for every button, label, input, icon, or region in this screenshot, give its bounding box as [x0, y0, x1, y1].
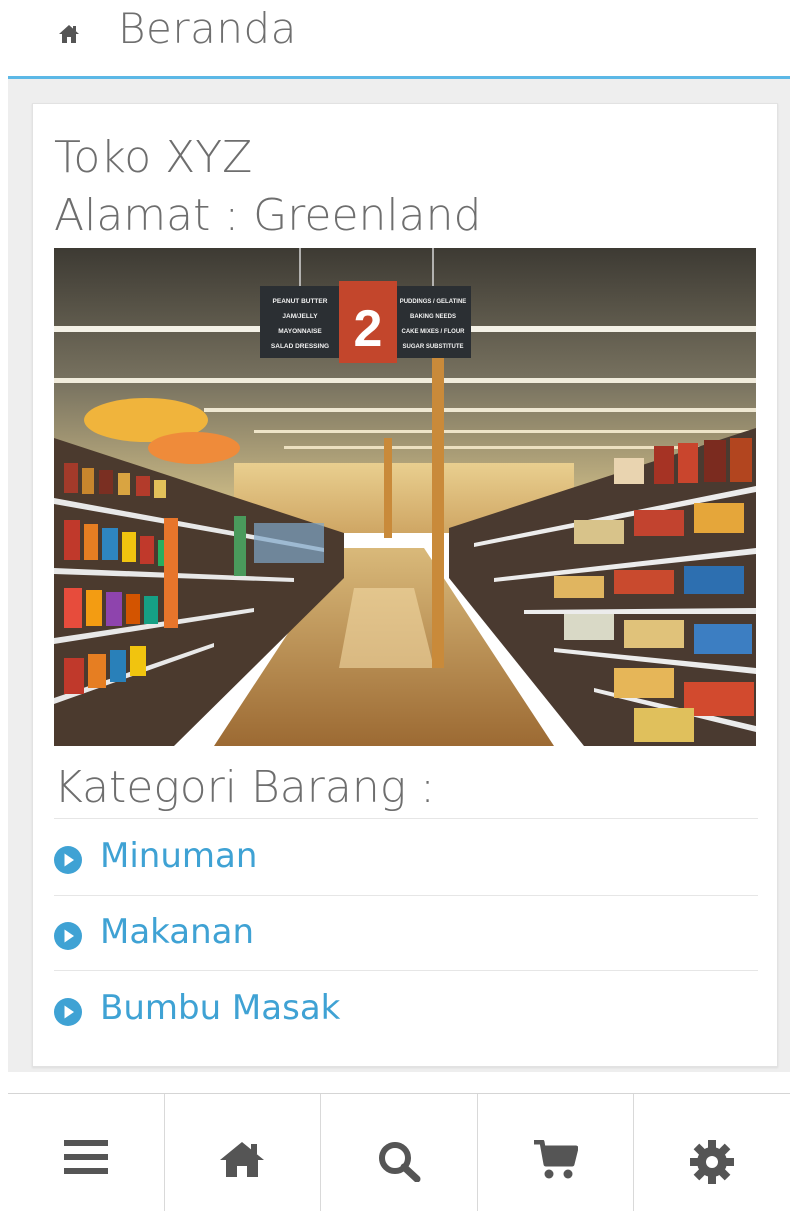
bottom-nav	[8, 1093, 790, 1211]
page-title: Beranda	[118, 4, 297, 53]
store-address: Alamat : Greenland	[54, 190, 482, 241]
page-header: Beranda	[0, 0, 790, 78]
aisle-number: 2	[354, 300, 383, 358]
divider	[54, 818, 758, 819]
app-screen: Beranda Toko XYZ Alamat : Greenland 2 PE…	[0, 0, 790, 1211]
nav-home-button[interactable]	[165, 1094, 322, 1211]
play-circle-icon	[54, 846, 82, 874]
sign-left-line-2: JAM/JELLY	[282, 313, 318, 320]
search-icon	[378, 1142, 421, 1182]
divider	[54, 970, 758, 971]
category-label: Bumbu Masak	[100, 988, 341, 1028]
category-label: Minuman	[100, 836, 258, 876]
sign-right-line-2: BAKING NEEDS	[410, 314, 456, 320]
sign-right-line-3: CAKE MIXES / FLOUR	[401, 329, 465, 335]
category-item-minuman[interactable]: Minuman	[54, 836, 758, 896]
store-name: Toko XYZ	[54, 132, 253, 183]
sign-right-line-4: SUGAR SUBSTITUTE	[402, 344, 463, 350]
home-icon	[220, 1142, 265, 1177]
gear-icon	[690, 1140, 735, 1184]
play-circle-icon	[54, 998, 82, 1026]
cart-icon	[533, 1140, 578, 1179]
category-title: Kategori Barang :	[54, 762, 435, 813]
sign-right-line-1: PUDDINGS / GELATINE	[400, 299, 467, 305]
sign-left-line-4: SALAD DRESSING	[271, 343, 329, 350]
sign-left-line-3: MAYONNAISE	[278, 328, 322, 335]
play-circle-icon	[54, 922, 82, 950]
nav-menu-button[interactable]	[8, 1094, 165, 1211]
category-item-bumbu-masak[interactable]: Bumbu Masak	[54, 988, 758, 1048]
nav-search-button[interactable]	[321, 1094, 478, 1211]
nav-cart-button[interactable]	[478, 1094, 635, 1211]
category-item-makanan[interactable]: Makanan	[54, 912, 758, 972]
nav-settings-button[interactable]	[634, 1094, 790, 1211]
menu-icon	[63, 1140, 108, 1174]
sign-left-line-1: PEANUT BUTTER	[273, 298, 328, 305]
category-label: Makanan	[100, 912, 255, 952]
divider	[54, 895, 758, 896]
home-icon	[59, 25, 79, 43]
store-photo: 2 PEANUT BUTTER JAM/JELLY MAYONNAISE SAL…	[54, 248, 756, 746]
